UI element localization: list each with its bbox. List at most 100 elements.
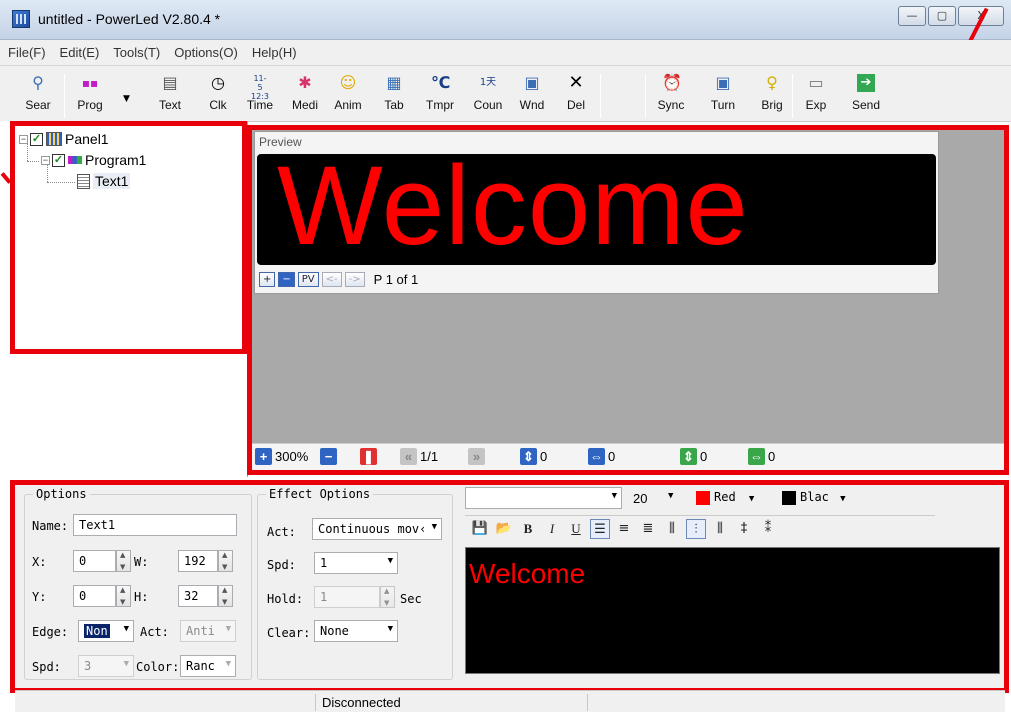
play-control[interactable]: ❚ — [360, 448, 380, 465]
clear-dropdown[interactable]: None ▼ — [314, 620, 398, 642]
tree-node-panel[interactable]: − ✓ Panel1 — [19, 131, 109, 147]
bg-color-dropdown[interactable]: Blac ▼ — [782, 490, 846, 505]
chevron-down-icon: ▼ — [431, 522, 437, 532]
table-button[interactable]: ▦ Tab — [374, 74, 414, 120]
line-spacing-icon[interactable]: ⁑ — [758, 519, 778, 539]
collapse-icon[interactable]: − — [41, 155, 50, 165]
edge-dropdown[interactable]: Non ▼ — [78, 620, 134, 642]
color-value: Ranc — [186, 659, 215, 673]
x-spinner[interactable] — [116, 550, 131, 572]
menu-tools[interactable]: Tools(T) — [113, 45, 160, 60]
clock-button[interactable]: ◷ Clk — [198, 74, 238, 120]
effect-act-label: Act: — [267, 525, 296, 539]
menu-options[interactable]: Options(O) — [174, 45, 238, 60]
collapse-icon[interactable]: − — [19, 134, 28, 144]
tree-node-program[interactable]: − ✓ Program1 — [41, 152, 146, 168]
temperature-button[interactable]: ℃ Tmpr — [420, 74, 460, 120]
hold-field[interactable]: 1 — [314, 586, 380, 608]
window-label: Wnd — [519, 98, 545, 112]
minimize-button[interactable]: — — [898, 6, 926, 26]
font-size-chevron-icon[interactable]: ▼ — [668, 491, 673, 501]
tree-node-text[interactable]: Text1 — [77, 173, 131, 189]
zoom-in-button[interactable]: + — [259, 272, 276, 287]
valign-top-icon[interactable]: ⫼ — [662, 519, 682, 539]
zoom-in-control[interactable]: + 300% — [255, 448, 308, 465]
time-button[interactable]: 11-5 12:3 Time — [240, 74, 280, 120]
prev-page-button[interactable]: <- — [321, 272, 342, 287]
italic-icon[interactable]: I — [542, 519, 562, 539]
forward-icon: » — [468, 448, 485, 465]
zoom-out-control[interactable]: − — [320, 448, 340, 465]
next-page-button[interactable]: -> — [344, 272, 365, 287]
media-button[interactable]: ✱ Medi — [285, 74, 325, 120]
table-label: Tab — [384, 98, 404, 112]
valign-bottom-icon[interactable]: ⫼ — [710, 519, 730, 539]
brightness-button[interactable]: ♀ Brig — [752, 74, 792, 120]
delete-button[interactable]: ✕ Del — [556, 74, 596, 120]
text-color-dropdown[interactable]: Red ▼ — [696, 490, 754, 505]
x-field[interactable]: 0 — [73, 550, 116, 572]
turn-button[interactable]: ▣ Turn — [703, 74, 743, 120]
program-checkbox[interactable]: ✓ — [52, 153, 65, 167]
search-button[interactable]: ⚲ Sear — [18, 74, 58, 120]
vertical-control[interactable]: ⇕ 0 — [520, 448, 547, 465]
chevron-down-icon: ▼ — [387, 556, 393, 566]
name-field[interactable]: Text1 — [73, 514, 237, 536]
save-icon[interactable]: 💾 — [470, 519, 490, 539]
spacing-icon[interactable]: ‡ — [734, 519, 754, 539]
y-field[interactable]: 0 — [73, 585, 116, 607]
h-label: H: — [134, 590, 149, 604]
align-left-icon[interactable]: ☰ — [590, 519, 610, 539]
text-label: Text — [158, 98, 181, 112]
menu-edit[interactable]: Edit(E) — [60, 45, 100, 60]
program-tree: − ✓ Panel1 − ✓ Program1 Text1 — [10, 121, 247, 354]
format-divider — [465, 515, 935, 516]
h-field[interactable]: 32 — [178, 585, 218, 607]
program-button[interactable]: ▪▪ Prog — [70, 74, 110, 120]
clear-value: None — [320, 624, 349, 638]
underline-icon[interactable]: U — [566, 519, 586, 539]
text-button[interactable]: ▤ Text — [150, 74, 190, 120]
maximize-button[interactable]: ▢ — [928, 6, 956, 26]
act-dropdown[interactable]: Anti ▼ — [180, 620, 236, 642]
effect-act-dropdown[interactable]: Continuous mov‹ ▼ — [312, 518, 442, 540]
h-spinner[interactable] — [218, 585, 233, 607]
pv-button[interactable]: PV — [297, 272, 319, 287]
send-button[interactable]: ➔ Send — [846, 74, 886, 120]
program-icon: ▪▪ — [81, 76, 99, 90]
horizontal-control[interactable]: ⇔ 0 — [588, 448, 615, 465]
font-family-dropdown[interactable]: ▼ — [465, 487, 622, 509]
program-dropdown-icon[interactable]: ▼ — [123, 94, 130, 104]
align-center-icon[interactable]: ≡ — [614, 519, 634, 539]
zoom-out-button[interactable]: − — [278, 272, 295, 287]
spd-dropdown[interactable]: 3 ▼ — [78, 655, 134, 677]
y-spinner[interactable] — [116, 585, 131, 607]
chevron-down-icon: ▼ — [225, 624, 231, 634]
animation-button[interactable]: ☺ Anim — [328, 74, 368, 120]
text-editor[interactable]: Welcome — [465, 547, 1000, 674]
w-spinner[interactable] — [218, 550, 233, 572]
open-folder-icon[interactable]: 📂 — [494, 519, 514, 539]
page-next-control[interactable]: » — [468, 448, 488, 465]
toolbar: ⚲ Sear ▪▪ Prog ▼ ▤ Text ◷ Clk 11-5 12:3 T… — [0, 66, 1011, 122]
preview-window: Preview Welcome + − PV <- -> P 1 of 1 — [254, 131, 939, 294]
horizontal-size-control[interactable]: ⇔ 0 — [748, 448, 775, 465]
page-prev-control[interactable]: « 1/1 — [400, 448, 438, 465]
color-dropdown[interactable]: Ranc ▼ — [180, 655, 236, 677]
valign-middle-icon[interactable]: ⫶ — [686, 519, 706, 539]
menu-file[interactable]: File(F) — [8, 45, 46, 60]
menu-help[interactable]: Help(H) — [252, 45, 297, 60]
hold-spinner[interactable] — [380, 586, 395, 608]
align-right-icon[interactable]: ≣ — [638, 519, 658, 539]
panel-checkbox[interactable]: ✓ — [30, 132, 43, 146]
w-field[interactable]: 192 — [178, 550, 218, 572]
effect-spd-dropdown[interactable]: 1 ▼ — [314, 552, 398, 574]
export-button[interactable]: ▭ Exp — [796, 74, 836, 120]
window-button[interactable]: ▣ Wnd — [512, 74, 552, 120]
sync-button[interactable]: ⏰ Sync — [651, 74, 691, 120]
send-label: Send — [851, 98, 881, 112]
bold-icon[interactable]: B — [518, 519, 538, 539]
vertical-size-control[interactable]: ⇕ 0 — [680, 448, 707, 465]
font-size-value[interactable]: 20 — [633, 491, 647, 506]
counter-button[interactable]: 1天 Coun — [468, 74, 508, 120]
